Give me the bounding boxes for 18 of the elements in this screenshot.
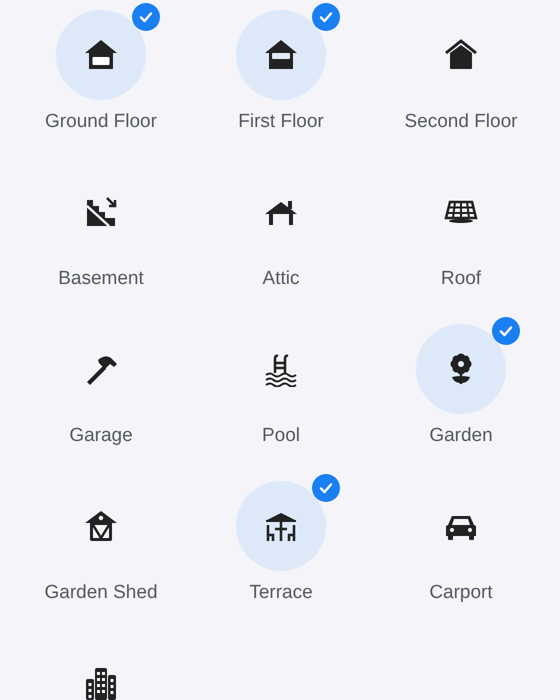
area-label: Garage <box>69 425 133 447</box>
checkmark-badge <box>132 3 160 31</box>
area-label: Roof <box>440 268 482 290</box>
area-label: Terrace <box>249 582 313 604</box>
area-label: Pool <box>262 425 300 447</box>
checkmark-badge <box>312 3 340 31</box>
area-label: Second Floor <box>404 111 518 133</box>
area-label: Garden <box>429 425 493 447</box>
checkmark-badge <box>312 474 340 502</box>
area-label: Ground Floor <box>45 111 157 133</box>
area-label: Attic <box>262 268 300 290</box>
area-label: Carport <box>429 582 493 604</box>
checkmark-badge <box>492 317 520 345</box>
buildings-icon <box>83 665 119 700</box>
area-label: First Floor <box>238 111 324 133</box>
shed-icon <box>83 508 119 544</box>
area-label: Garden Shed <box>44 582 158 604</box>
area-label: Basement <box>58 268 144 290</box>
